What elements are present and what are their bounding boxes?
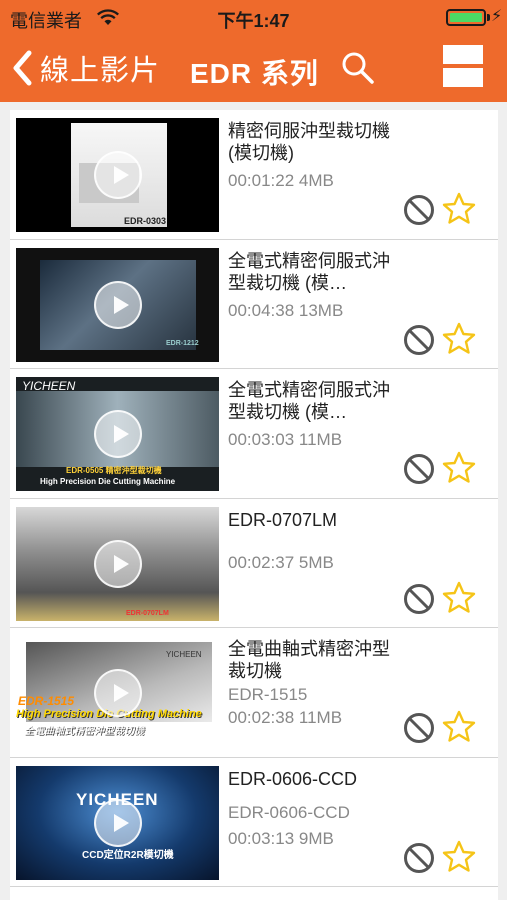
menu-icon[interactable]	[443, 45, 483, 89]
video-title: EDR-0606-CCD	[228, 768, 358, 789]
search-icon[interactable]	[340, 50, 376, 86]
thumbnail-subcaption-chinese: 全電曲軸式精密沖型裁切機	[24, 726, 144, 737]
star-icon[interactable]	[442, 840, 476, 874]
star-icon[interactable]	[442, 581, 476, 615]
video-model: EDR-0606-CCD	[228, 802, 350, 822]
play-icon[interactable]	[94, 798, 142, 847]
video-meta: 00:04:38 13MB	[228, 300, 344, 320]
play-icon[interactable]	[94, 151, 142, 199]
video-thumbnail[interactable]: EDR-0303	[16, 118, 219, 232]
video-model: EDR-1515	[228, 685, 308, 704]
navigation-bar: 線上影片 EDR 系列	[0, 34, 507, 102]
back-button[interactable]: 線上影片	[10, 48, 160, 88]
chevron-left-icon	[13, 50, 32, 86]
video-meta: 00:03:13 9MB	[228, 828, 334, 848]
star-icon[interactable]	[442, 710, 476, 744]
video-meta: 00:02:38 11MB	[228, 708, 343, 727]
play-icon[interactable]	[94, 280, 142, 329]
star-icon[interactable]	[442, 451, 476, 485]
play-icon[interactable]	[94, 669, 142, 717]
video-item[interactable]: YICHEEN CCD定位R2R模切機 EDR-0606-CCD EDR-060…	[10, 758, 498, 887]
block-icon[interactable]	[403, 194, 435, 226]
thumbnail-caption: EDR-0303	[124, 216, 167, 226]
charging-icon: ⚡︎	[491, 8, 503, 25]
block-icon[interactable]	[403, 453, 435, 485]
battery-icon	[446, 9, 486, 26]
thumbnail-caption: EDR-0505 精密沖型裁切機	[66, 466, 162, 475]
clock: 下午1:47	[217, 11, 290, 31]
block-icon[interactable]	[403, 583, 435, 615]
video-title: EDR-0707LM	[228, 509, 338, 530]
video-item[interactable]: EDR-0303 精密伺服沖型裁切機(模切機) 00:01:22 4MB	[10, 110, 498, 240]
thumbnail-subcaption: High Precision Die Cutting Machine	[40, 477, 176, 486]
star-icon[interactable]	[442, 192, 476, 226]
video-item[interactable]: EDR-0707LM EDR-0707LM 00:02:37 5MB	[10, 499, 498, 628]
star-icon[interactable]	[442, 322, 476, 356]
play-icon[interactable]	[94, 410, 142, 458]
video-title: 全電曲軸式精密沖型裁切機	[228, 639, 390, 681]
thumbnail-caption: CCD定位R2R模切機	[82, 849, 174, 861]
video-thumbnail[interactable]: YICHEEN CCD定位R2R模切機	[16, 765, 219, 880]
video-item[interactable]: YICHEEN EDR-0505 精密沖型裁切機 High Precision …	[10, 369, 498, 499]
video-meta: 00:01:22 4MB	[228, 171, 334, 190]
status-bar: 電信業者 下午1:47 ⚡︎	[0, 0, 507, 34]
thumbnail-caption: EDR-0707LM	[126, 609, 169, 617]
thumbnail-caption: EDR-1515	[18, 694, 75, 708]
thumbnail-logo: YICHEEN	[22, 379, 76, 393]
block-icon[interactable]	[403, 842, 435, 874]
block-icon[interactable]	[403, 712, 435, 744]
thumbnail-caption: EDR-1212	[166, 339, 199, 347]
back-label: 線上影片	[40, 55, 161, 87]
video-thumbnail[interactable]: YICHEEN EDR-0505 精密沖型裁切機 High Precision …	[16, 377, 219, 491]
battery-tip	[487, 14, 490, 21]
page-title: EDR 系列	[190, 58, 319, 89]
video-list: EDR-0303 精密伺服沖型裁切機(模切機) 00:01:22 4MB EDR…	[10, 110, 498, 900]
thumbnail-logo: YICHEEN	[166, 650, 202, 659]
video-thumbnail[interactable]: EDR-0707LM	[16, 506, 219, 621]
block-icon[interactable]	[403, 324, 435, 356]
video-title: 全電式精密伺服式沖型裁切機 (模…	[228, 250, 390, 293]
video-meta: 00:02:37 5MB	[228, 552, 334, 572]
video-title: 全電式精密伺服式沖型裁切機 (模…	[228, 380, 390, 422]
video-meta: 00:03:03 11MB	[228, 430, 343, 449]
video-title: 精密伺服沖型裁切機(模切機)	[228, 121, 390, 163]
play-icon[interactable]	[94, 539, 142, 588]
video-thumbnail[interactable]: EDR-1212	[16, 247, 219, 362]
video-item[interactable]: YICHEEN EDR-1515 High Precision Die Cutt…	[10, 628, 498, 758]
video-thumbnail[interactable]: YICHEEN EDR-1515 High Precision Die Cutt…	[16, 636, 219, 750]
video-item[interactable]: EDR-1212 全電式精密伺服式沖型裁切機 (模… 00:04:38 13MB	[10, 240, 498, 369]
